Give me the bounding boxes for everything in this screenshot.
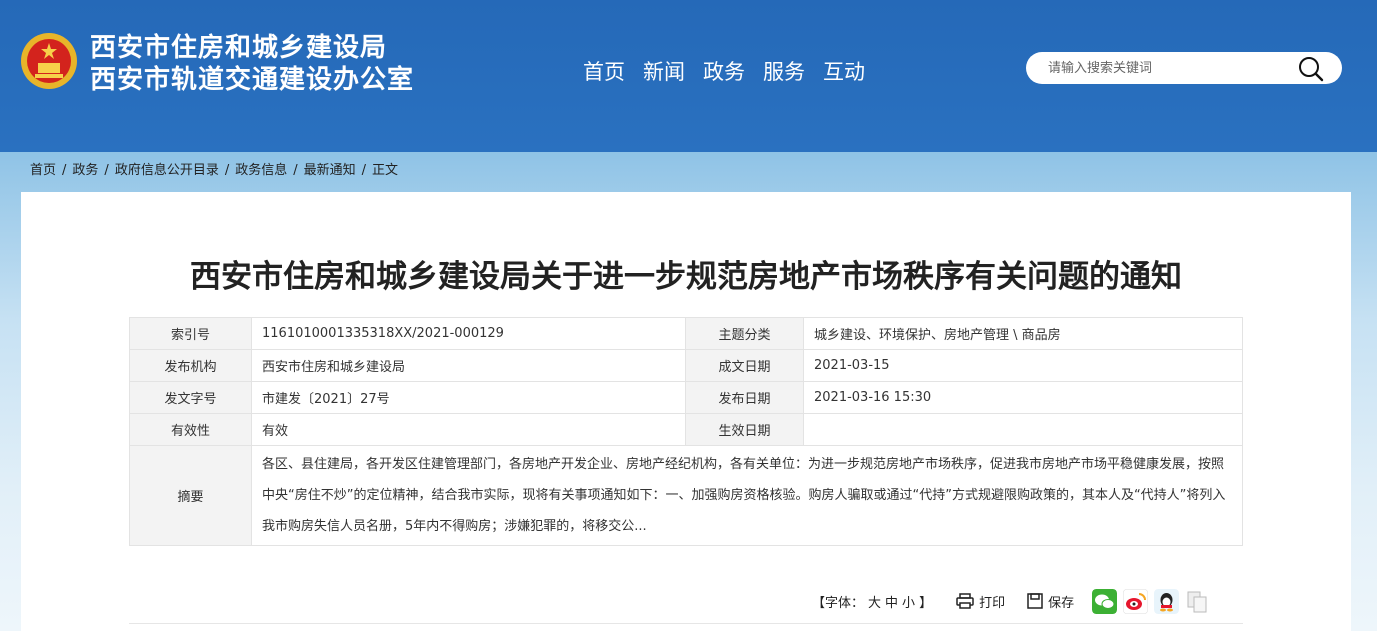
meta-label: 摘要 xyxy=(129,445,252,546)
printer-icon xyxy=(956,593,974,609)
font-size-suffix: 】 xyxy=(919,595,933,611)
breadcrumb-separator: / xyxy=(293,163,298,178)
table-row: 发布机构 西安市住房和城乡建设局 成文日期 2021-03-15 xyxy=(129,349,1243,382)
nav-services[interactable]: 服务 xyxy=(763,57,805,87)
main-nav: 首页 新闻 政务 服务 互动 xyxy=(583,57,865,87)
meta-value: 2021-03-15 xyxy=(803,349,1243,382)
font-medium-button[interactable]: 中 xyxy=(885,596,898,611)
breadcrumb-separator: / xyxy=(361,163,367,178)
meta-value: 有效 xyxy=(251,413,686,446)
wechat-share-icon[interactable] xyxy=(1092,588,1118,614)
meta-label: 有效性 xyxy=(129,413,252,446)
search-box xyxy=(1026,52,1342,84)
article-tools: 【字体：大中小】 打印 保存 xyxy=(810,588,1210,614)
meta-value: 西安市住房和城乡建设局 xyxy=(251,349,686,382)
breadcrumb-home[interactable]: 首页 xyxy=(30,162,56,180)
org-name[interactable]: 西安市住房和城乡建设局 西安市轨道交通建设办公室 xyxy=(90,32,414,96)
print-button[interactable]: 打印 xyxy=(956,592,1005,611)
breadcrumb-current: 正文 xyxy=(372,163,399,178)
meta-label: 成文日期 xyxy=(685,349,804,382)
font-large-button[interactable]: 大 xyxy=(868,596,881,611)
table-row: 摘要 各区、县住建局，各开发区住建管理部门，各房地产开发企业、房地产经纪机构，各… xyxy=(129,445,1243,546)
org-name-line1: 西安市住房和城乡建设局 xyxy=(90,33,388,63)
breadcrumb-separator: / xyxy=(104,163,109,178)
search-input[interactable] xyxy=(1048,58,1298,78)
nav-home[interactable]: 首页 xyxy=(583,57,625,87)
breadcrumb: 首页 / 政务 / 政府信息公开目录 / 政务信息 / 最新通知 / 正文 xyxy=(30,162,398,180)
search-icon[interactable] xyxy=(1296,55,1326,83)
meta-label: 生效日期 xyxy=(685,413,804,446)
save-icon xyxy=(1027,593,1043,609)
meta-value: 市建发〔2021〕27号 xyxy=(251,381,686,414)
meta-label: 主题分类 xyxy=(685,317,804,350)
divider xyxy=(129,623,1243,624)
qq-share-icon[interactable] xyxy=(1154,588,1180,614)
site-header: 西安市住房和城乡建设局 西安市轨道交通建设办公室 首页 新闻 政务 服务 互动 xyxy=(0,0,1377,152)
breadcrumb-info[interactable]: 政务信息 xyxy=(235,162,287,180)
meta-label: 发布机构 xyxy=(129,349,252,382)
meta-value xyxy=(803,413,1243,446)
font-size-prefix: 【字体： xyxy=(812,595,865,611)
org-name-line2: 西安市轨道交通建设办公室 xyxy=(90,65,415,95)
copy-link-icon[interactable] xyxy=(1185,589,1210,614)
font-size-control: 【字体：大中小】 xyxy=(810,592,934,611)
table-row: 索引号 1161010001335318XX/2021-000129 主题分类 … xyxy=(129,317,1243,350)
summary-text: 各区、县住建局，各开发区住建管理部门，各房地产开发企业、房地产经纪机构，各有关单… xyxy=(251,445,1243,546)
save-label: 保存 xyxy=(1048,595,1075,611)
metadata-table: 索引号 1161010001335318XX/2021-000129 主题分类 … xyxy=(129,317,1243,546)
breadcrumb-separator: / xyxy=(224,163,230,178)
table-row: 有效性 有效 生效日期 xyxy=(129,413,1243,446)
meta-label: 发布日期 xyxy=(685,381,804,414)
table-row: 发文字号 市建发〔2021〕27号 发布日期 2021-03-16 15:30 xyxy=(129,381,1243,414)
meta-value: 2021-03-16 15:30 xyxy=(803,381,1243,414)
nav-news[interactable]: 新闻 xyxy=(643,57,685,87)
meta-value: 城乡建设、环境保护、房地产管理 \ 商品房 xyxy=(803,317,1243,350)
font-small-button[interactable]: 小 xyxy=(902,596,915,611)
nav-government[interactable]: 政务 xyxy=(703,57,745,87)
save-button[interactable]: 保存 xyxy=(1027,592,1074,611)
article-title: 西安市住房和城乡建设局关于进一步规范房地产市场秩序有关问题的通知 xyxy=(190,259,1182,295)
meta-label: 发文字号 xyxy=(129,381,252,414)
meta-label: 索引号 xyxy=(129,317,252,350)
breadcrumb-government[interactable]: 政务 xyxy=(72,162,98,180)
breadcrumb-latest[interactable]: 最新通知 xyxy=(304,162,356,180)
national-emblem-icon xyxy=(21,33,77,89)
nav-interaction[interactable]: 互动 xyxy=(823,57,865,87)
print-label: 打印 xyxy=(979,595,1006,611)
breadcrumb-directory[interactable]: 政府信息公开目录 xyxy=(115,162,219,180)
breadcrumb-separator: / xyxy=(62,163,67,178)
meta-value: 1161010001335318XX/2021-000129 xyxy=(251,317,686,350)
weibo-share-icon[interactable] xyxy=(1123,588,1149,614)
